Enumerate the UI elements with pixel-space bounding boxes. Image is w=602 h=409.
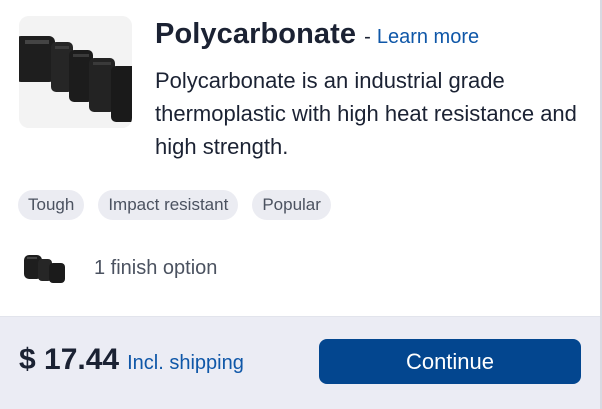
tag-list: Tough Impact resistant Popular — [18, 190, 331, 220]
price-value: $ 17.44 — [19, 343, 120, 376]
shipping-note: Incl. shipping — [127, 352, 244, 374]
product-description: Polycarbonate is an industrial grade the… — [155, 68, 577, 159]
tag-tough: Tough — [18, 190, 85, 220]
continue-button[interactable]: Continue — [319, 339, 581, 384]
learn-more-link[interactable]: Learn more — [377, 26, 479, 49]
product-title: Polycarbonate — [155, 18, 357, 50]
material-card: Polycarbonate - Learn more Polycarbonate… — [0, 0, 602, 409]
product-thumbnail — [19, 16, 132, 128]
finish-option-label: 1 finish option — [94, 256, 218, 279]
price-row: $ 17.44 Incl. shipping — [19, 343, 244, 377]
black-plastic-part-image — [19, 16, 132, 128]
price-footer: $ 17.44 Incl. shipping Continue — [0, 316, 602, 409]
tag-impact-resistant: Impact resistant — [98, 190, 239, 220]
title-separator: - — [364, 26, 371, 48]
tag-popular: Popular — [252, 190, 331, 220]
finish-option-row[interactable]: 1 finish option — [21, 248, 217, 288]
finish-swatch-image — [21, 249, 69, 287]
title-row: Polycarbonate - Learn more — [155, 18, 479, 54]
